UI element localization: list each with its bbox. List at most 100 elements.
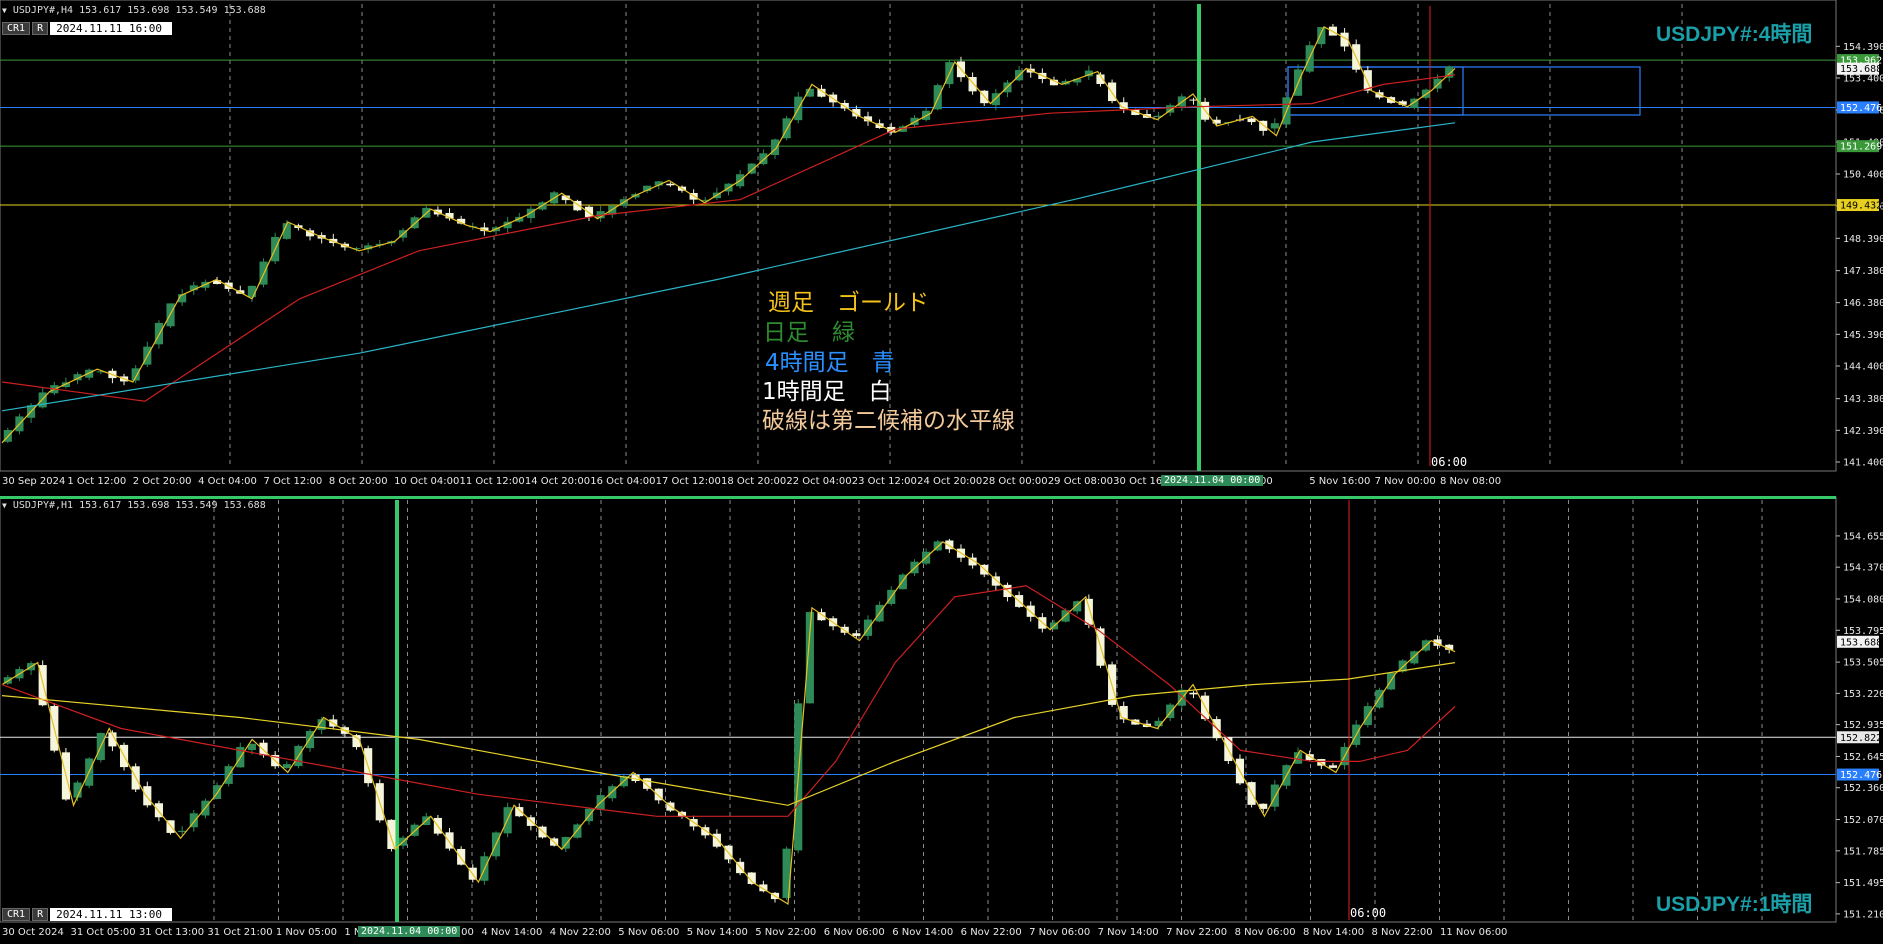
h4-toolbar: CR1 R 2024.11.11 16:00	[2, 22, 173, 35]
h1-header-text: USDJPY#,H1 153.617 153.698 153.549 153.6…	[12, 500, 266, 511]
candle-body	[1189, 99, 1198, 101]
x-tick-label: 7 Nov 14:00	[1098, 927, 1159, 938]
x-tick-label: 24 Oct 20:00	[917, 476, 982, 487]
h1-plot-frame	[0, 496, 1837, 923]
x-tick-label: 7 Oct 12:00	[263, 476, 322, 487]
y-tick-label: 147.380	[1843, 266, 1883, 277]
h1-collapse-icon[interactable]: ▼	[2, 501, 7, 510]
x-tick-label: 7 Nov 00:00	[1375, 476, 1436, 487]
h1-header: ▼ USDJPY#,H1 153.617 153.698 153.549 153…	[2, 500, 266, 511]
h1-time-marker-label: 06:00	[1350, 906, 1387, 920]
h1-chart-pane[interactable]: 154.655 154.370 154.080 153.795 153.505 153.2…	[0, 496, 1883, 938]
x-tick-label: 1 Nov 05:00	[276, 927, 337, 938]
x-tick-label: 14 Oct 20:00	[525, 476, 590, 487]
x-tick-label: 4 Nov 22:00	[550, 927, 611, 938]
x-tick-label: 22 Oct 04:00	[786, 476, 851, 487]
y-tick-label: 141.400	[1843, 458, 1883, 469]
x-tick-label: 30 Sep 2024	[2, 476, 65, 487]
h1-time-axis: 30 Oct 2024 31 Oct 05:00 31 Oct 13:00 31 Oc…	[2, 927, 1507, 938]
h4-cr1-button[interactable]: CR1	[2, 22, 31, 35]
candle-body	[1328, 765, 1338, 768]
h4-date-marker-line	[1197, 4, 1201, 471]
x-tick-label: 28 Oct 00:00	[982, 476, 1047, 487]
h1-cr1-button[interactable]: CR1	[2, 908, 31, 921]
h4-collapse-icon[interactable]: ▼	[2, 6, 7, 15]
h4-r-button[interactable]: R	[32, 22, 49, 35]
y-tick-label: 153.220	[1843, 689, 1883, 700]
x-tick-label: 4 Oct 04:00	[198, 476, 257, 487]
h4-time-marker-label: 06:00	[1431, 455, 1468, 469]
x-tick-label: 29 Oct 08:00	[1048, 476, 1113, 487]
y-tick-label: 152.645	[1843, 752, 1883, 763]
x-tick-label: 5 Nov 22:00	[755, 927, 816, 938]
candle-body	[143, 786, 152, 806]
candle-body	[387, 819, 396, 849]
legend-dashed: 破線は第二候補の水平線	[762, 408, 1015, 434]
h1-r-button[interactable]: R	[32, 908, 49, 921]
x-tick-label: 8 Oct 20:00	[329, 476, 388, 487]
candle-body	[840, 102, 849, 109]
x-tick-label: 11 Oct 12:00	[460, 476, 525, 487]
x-tick-label: 6 Nov 06:00	[824, 927, 885, 938]
y-tick-label: 144.400	[1843, 362, 1883, 373]
h1-chart-title: USDJPY#:1時間	[1656, 893, 1813, 916]
candle-body	[852, 633, 861, 636]
price-label-current: 153.688	[1840, 64, 1882, 75]
h4-highlight-date: 2024.11.04 00:00	[1161, 475, 1264, 486]
h1-toolbar: CR1 R 2024.11.11 13:00	[2, 908, 173, 921]
h1-highlight-date: 2024.11.04 00:00	[358, 926, 461, 937]
candle-body	[515, 807, 524, 817]
y-tick-label: 145.390	[1843, 330, 1883, 341]
candle-body	[1084, 598, 1093, 625]
x-tick-label: 5 Nov 06:00	[618, 927, 679, 938]
x-tick-label: 6 Nov 22:00	[961, 927, 1022, 938]
h4-header: ▼ USDJPY#,H4 153.617 153.698 153.549 153…	[2, 5, 266, 16]
candle-body	[1317, 27, 1326, 45]
y-tick-label: 154.370	[1843, 563, 1883, 574]
y-tick-label: 151.785	[1843, 846, 1883, 857]
x-tick-label: 2 Oct 20:00	[133, 476, 192, 487]
h1-date-box[interactable]: 2024.11.11 13:00	[50, 908, 173, 921]
y-tick-label: 154.390	[1843, 42, 1883, 53]
candle-body	[282, 764, 291, 768]
x-tick-label: 4 Nov 14:00	[481, 927, 542, 938]
legend-daily: 日足 緑	[763, 320, 855, 346]
y-tick-label: 151.210	[1843, 909, 1883, 920]
y-tick-label: 152.070	[1843, 815, 1883, 826]
x-tick-label: 18 Oct 20:00	[721, 476, 786, 487]
y-tick-label: 153.795	[1843, 626, 1883, 637]
candle-body	[712, 833, 721, 847]
x-tick-label: 30 Oct 2024	[2, 927, 64, 938]
x-tick-label: 5 Nov 16:00	[1309, 476, 1370, 487]
h4-date-box[interactable]: 2024.11.11 16:00	[50, 22, 173, 35]
price-label-white: 152.822	[1840, 733, 1882, 744]
x-tick-label: 16 Oct 04:00	[590, 476, 655, 487]
x-tick-label: 31 Oct 13:00	[139, 927, 204, 938]
candle-body	[584, 206, 594, 218]
x-tick-label: 8 Nov 14:00	[1303, 927, 1364, 938]
y-tick-label: 151.495	[1843, 878, 1883, 889]
x-tick-label: 11 Nov 06:00	[1440, 927, 1507, 938]
y-tick-label: 154.080	[1843, 595, 1883, 606]
candle-body	[131, 368, 140, 381]
y-tick-label: 148.390	[1843, 234, 1883, 245]
candle-body	[1189, 692, 1198, 695]
x-tick-label: 8 Nov 08:00	[1440, 476, 1501, 487]
price-label-blue: 152.476	[1840, 103, 1882, 114]
candle-body	[1270, 123, 1279, 129]
x-tick-label: 17 Oct 12:00	[656, 476, 721, 487]
candle-body	[178, 830, 187, 832]
x-tick-label: 8 Nov 06:00	[1235, 927, 1296, 938]
x-tick-label: 6 Nov 14:00	[892, 927, 953, 938]
y-tick-label: 143.380	[1843, 394, 1883, 405]
price-label-blue: 152.476	[1840, 770, 1882, 781]
y-tick-label: 154.655	[1843, 531, 1883, 542]
price-label-yellow: 149.432	[1840, 201, 1882, 212]
chart-canvas: 154.390153.400152.400151.400150.400149.4…	[0, 0, 1883, 944]
h4-chart-title: USDJPY#:4時間	[1656, 23, 1813, 46]
candle-body	[1247, 118, 1256, 123]
h1-date-marker-line	[395, 500, 399, 922]
x-tick-label: 1 Oct 12:00	[67, 476, 126, 487]
x-tick-label: 31 Oct 21:00	[207, 927, 272, 938]
y-tick-label: 153.505	[1843, 658, 1883, 669]
